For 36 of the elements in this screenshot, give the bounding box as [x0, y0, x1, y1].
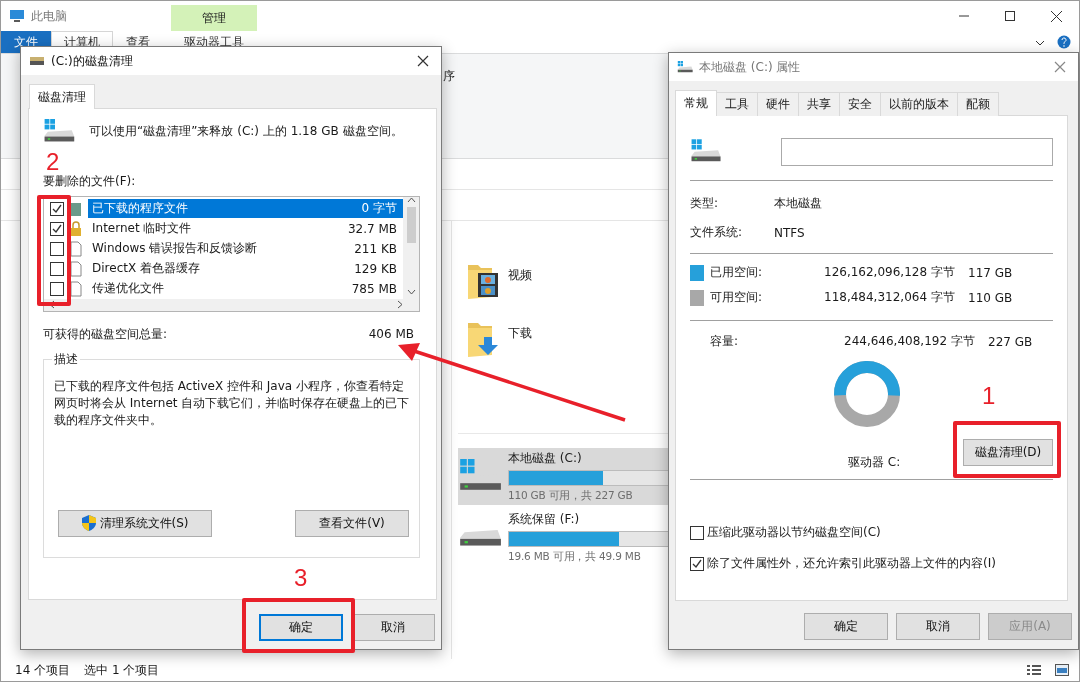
field-value: NTFS: [774, 225, 806, 240]
total-label: 可获得的磁盘空间总量:: [43, 325, 168, 343]
field-value: 126,162,096,128 字节: [824, 264, 956, 281]
field-value: 244,646,408,192 字节: [844, 333, 976, 350]
group-title: 描述: [53, 350, 79, 368]
total-value: 406 MB: [368, 327, 414, 342]
item-count: 14 个项目: [15, 661, 71, 679]
field-label: 可用空间:: [710, 289, 764, 306]
drive-name: 本地磁盘 (C:): [508, 450, 583, 467]
step-number: 1: [982, 384, 996, 408]
field-value: 227 GB: [988, 334, 1034, 349]
step-number: 3: [294, 566, 308, 590]
checkbox-label: 压缩此驱动器以节约磁盘空间(C): [707, 524, 881, 541]
ribbon-label: 序: [443, 69, 455, 83]
field-value: 117 GB: [968, 265, 1014, 280]
list-label: 要删除的文件(F):: [43, 172, 136, 190]
field-label: 文件系统:: [690, 224, 744, 241]
drive-free-space: 110 GB 可用，共 227 GB: [508, 489, 633, 503]
dialog-title: (C:)的磁盘清理: [51, 52, 133, 70]
checkbox-label: 除了文件属性外，还允许索引此驱动器上文件的内容(I): [707, 555, 996, 572]
description-text: 已下载的程序文件包括 ActiveX 控件和 Java 小程序，你查看特定网页时将会从 Internet 自动下载它们，并临时保存在硬盘上的已下载的程序文件夹中。: [54, 377, 411, 429]
intro-text: 可以使用“磁盘清理”来释放 (C:) 上的 1.18 GB 磁盘空间。: [89, 123, 403, 141]
window-title: 此电脑: [31, 7, 67, 25]
field-label: 容量:: [710, 333, 740, 350]
field-value: 本地磁盘: [774, 195, 823, 212]
drive-name: 系统保留 (F:): [508, 511, 581, 528]
drive-label: 驱动器 C:: [848, 454, 901, 471]
step-number: 2: [46, 150, 60, 174]
dialog-title: 本地磁盘 (C:) 属性: [699, 58, 801, 76]
drive-free-space: 19.6 MB 可用，共 49.9 MB: [508, 550, 641, 564]
field-value: 110 GB: [968, 290, 1014, 305]
field-value: 118,484,312,064 字节: [824, 289, 956, 306]
selection-count: 选中 1 个项目: [84, 661, 160, 679]
context-tab-group: 管理: [171, 5, 257, 31]
field-label: 类型:: [690, 195, 720, 212]
field-label: 已用空间:: [710, 264, 764, 281]
